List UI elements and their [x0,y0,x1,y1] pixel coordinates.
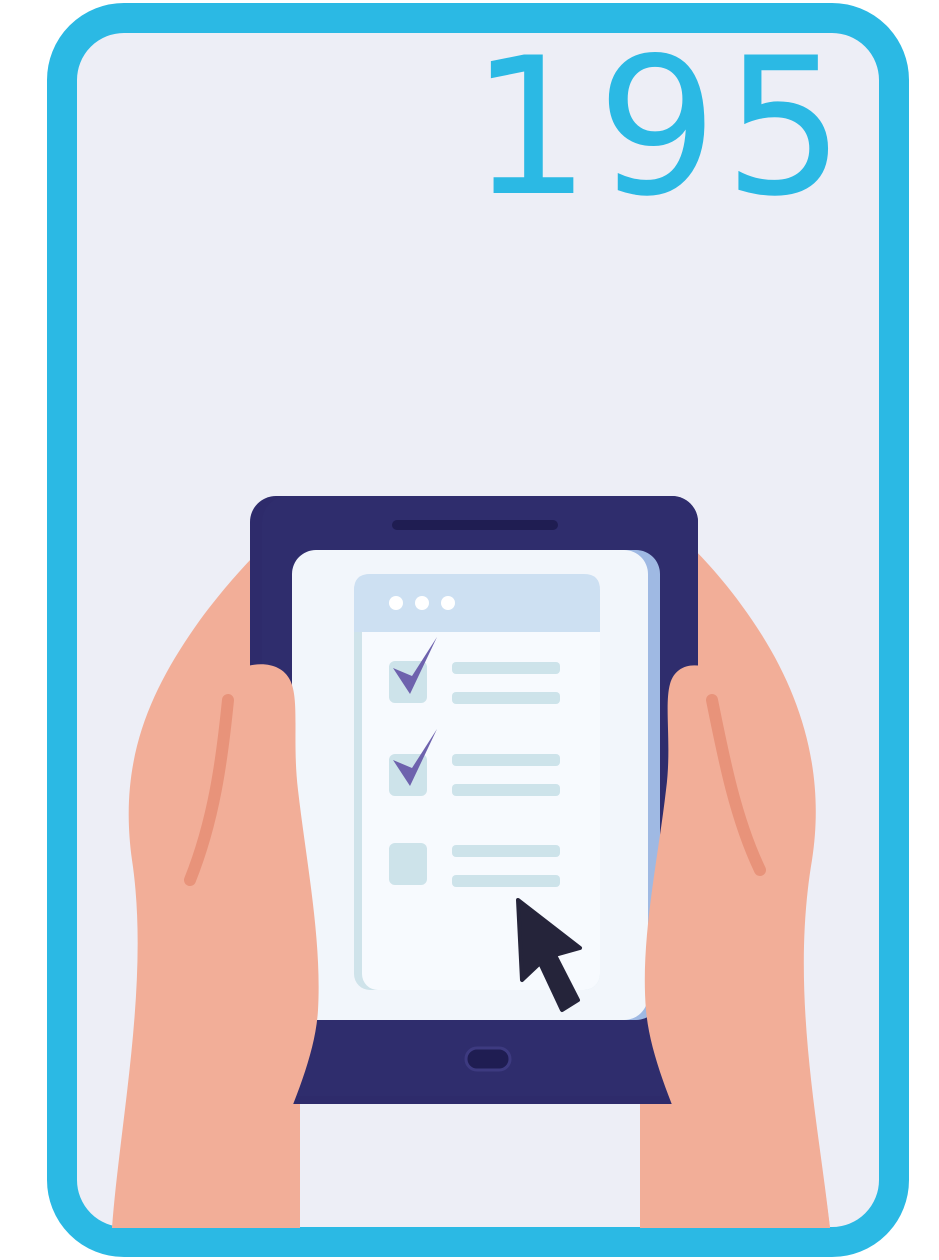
card-number: 195 [470,17,851,238]
window-dot-icon [441,596,455,610]
window-dot-icon [415,596,429,610]
item-line [452,754,560,766]
card: 195 [0,0,939,1260]
window-dot-icon [389,596,403,610]
tablet-speaker [392,520,558,530]
item-line [452,845,560,857]
item-line [452,784,560,796]
item-line [452,875,560,887]
item-line [452,692,560,704]
checkbox[interactable] [389,843,427,885]
item-line [452,662,560,674]
tablet-home-button [464,1046,512,1072]
